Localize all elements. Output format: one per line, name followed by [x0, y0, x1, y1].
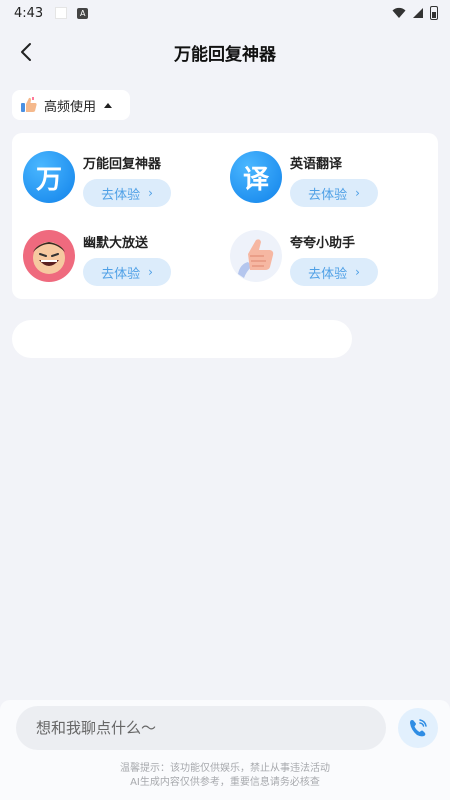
chevron-right-icon: › [148, 265, 153, 279]
tool-item-reply[interactable]: 万 万能回复神器 去体验 › [23, 151, 171, 207]
laughing-face-icon [23, 230, 75, 282]
message-input[interactable] [16, 706, 386, 750]
app-notification-icon: A [77, 7, 89, 19]
voice-call-button[interactable] [398, 708, 438, 748]
status-bar: 4:43 A [0, 0, 450, 26]
phone-icon [410, 719, 427, 737]
disclaimer: 温馨提示：该功能仅供娱乐，禁止从事违法活动 AI生成内容仅供参考，重要信息请务必… [0, 762, 450, 790]
page-title: 万能回复神器 [174, 44, 276, 65]
try-button-translate[interactable]: 去体验 › [290, 179, 378, 207]
nav-bar: 万能回复神器 [0, 26, 450, 78]
battery-icon [430, 6, 438, 20]
filter-label: 高频使用 [44, 99, 97, 115]
back-button[interactable] [12, 38, 40, 66]
try-button-label: 去体验 [101, 187, 141, 203]
wifi-icon [392, 7, 406, 18]
disclaimer-line-1: 温馨提示：该功能仅供娱乐，禁止从事违法活动 [120, 763, 330, 774]
tool-name: 万能回复神器 [83, 157, 162, 172]
notification-icon [55, 7, 68, 19]
thumbs-up-icon [230, 230, 282, 282]
tool-item-praise[interactable]: 夸夸小助手 去体验 › [230, 230, 378, 286]
tool-avatar-reply: 万 [23, 151, 75, 203]
try-button-praise[interactable]: 去体验 › [290, 258, 378, 286]
try-button-label: 去体验 [101, 266, 141, 282]
tool-name: 夸夸小助手 [290, 236, 356, 251]
thumbs-up-icon [21, 97, 37, 112]
disclaimer-line-2: AI生成内容仅供参考，重要信息请务必核查 [130, 777, 320, 788]
chevron-left-icon [21, 43, 31, 61]
try-button-humor[interactable]: 去体验 › [83, 258, 171, 286]
tools-card: 万 万能回复神器 去体验 › 译 英语翻译 去体验 › 幽默大放送 去体验 › … [12, 133, 438, 299]
status-icons [392, 6, 438, 20]
filter-dropdown[interactable]: 高频使用 [12, 90, 130, 120]
try-button-label: 去体验 [308, 187, 348, 203]
chevron-right-icon: › [148, 186, 153, 200]
tool-item-humor[interactable]: 幽默大放送 去体验 › [23, 230, 171, 286]
tool-name: 幽默大放送 [83, 236, 149, 251]
status-time: 4:43 [14, 5, 44, 21]
chevron-right-icon: › [355, 265, 360, 279]
tool-name: 英语翻译 [290, 157, 343, 172]
signal-icon [413, 8, 423, 18]
tool-avatar-translate: 译 [230, 151, 282, 203]
caret-up-icon [104, 102, 113, 108]
chevron-right-icon: › [355, 186, 360, 200]
tool-item-translate[interactable]: 译 英语翻译 去体验 › [230, 151, 378, 207]
try-button-label: 去体验 [308, 266, 348, 282]
message-bubble-placeholder [12, 320, 352, 358]
try-button-reply[interactable]: 去体验 › [83, 179, 171, 207]
